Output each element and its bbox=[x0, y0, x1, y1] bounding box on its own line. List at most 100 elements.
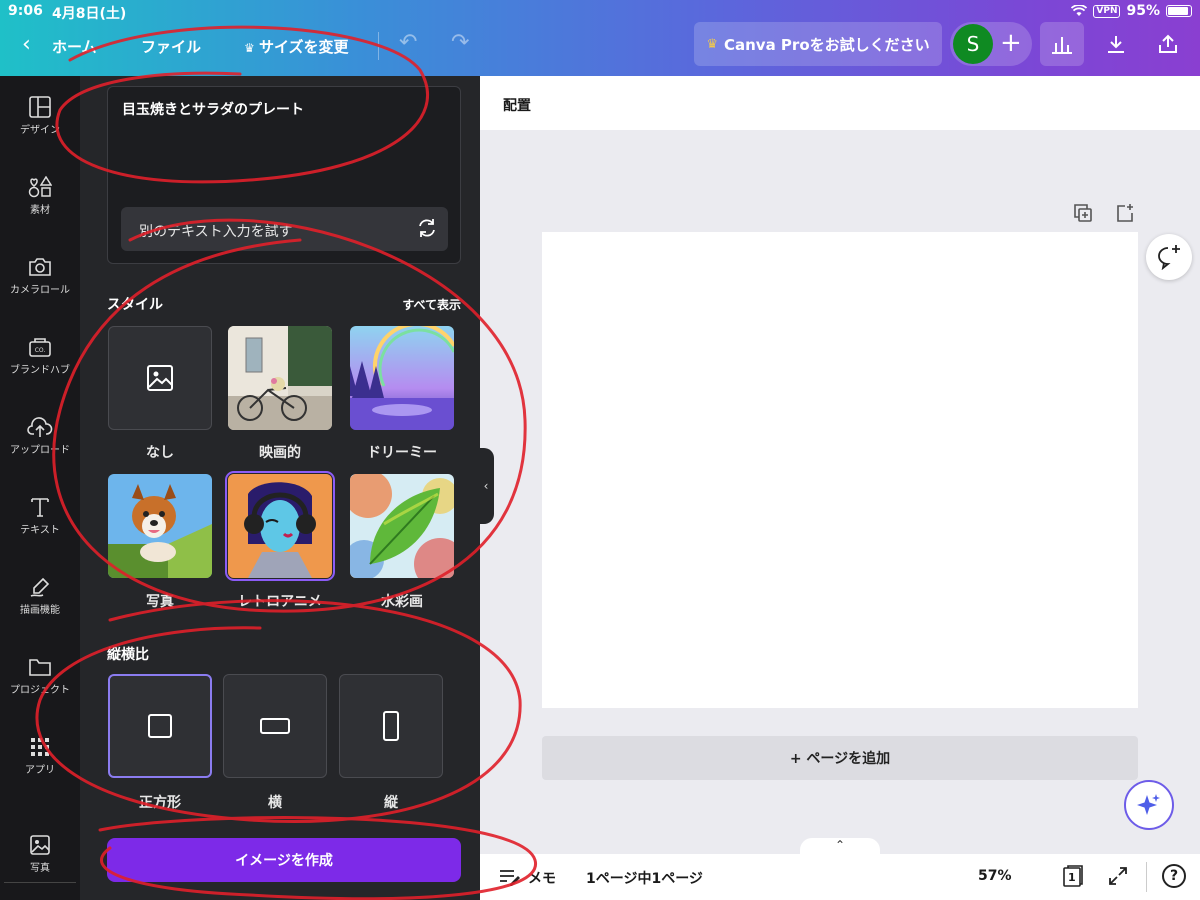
download-icon bbox=[1108, 36, 1124, 53]
redo-icon[interactable]: ↷ bbox=[451, 30, 469, 55]
rail-photos[interactable]: 写真 bbox=[0, 834, 80, 874]
status-date: 4月8日(土) bbox=[52, 6, 127, 22]
try-other-text-button[interactable]: 別のテキスト入力を試す bbox=[121, 207, 448, 251]
style-cinematic-thumbnail bbox=[228, 326, 332, 430]
style-none-label: なし bbox=[146, 445, 174, 461]
home-button[interactable]: ホーム bbox=[52, 36, 97, 57]
style-photo-card[interactable] bbox=[108, 474, 212, 578]
crown-icon: ♛ bbox=[706, 36, 718, 52]
download-button[interactable] bbox=[1094, 22, 1138, 66]
style-cinematic-card[interactable] bbox=[228, 326, 332, 430]
rail-projects-label: プロジェクト bbox=[10, 685, 70, 696]
fullscreen-icon[interactable] bbox=[1108, 866, 1128, 886]
ratio-landscape-button[interactable] bbox=[223, 674, 327, 778]
prompt-input[interactable]: 目玉焼きとサラダのプレート 別のテキスト入力を試す bbox=[107, 86, 461, 264]
see-all-styles-link[interactable]: すべて表示 bbox=[402, 296, 461, 313]
file-menu-button[interactable]: ファイル bbox=[141, 36, 201, 57]
folder-icon bbox=[29, 659, 51, 676]
design-page[interactable] bbox=[542, 232, 1138, 708]
status-bar: 9:06 4月8日(土) VPN 95% bbox=[0, 0, 1200, 22]
ratio-portrait-button[interactable] bbox=[339, 674, 443, 778]
text-to-image-panel: 目玉焼きとサラダのプレート 別のテキスト入力を試す スタイル すべて表示 なし … bbox=[80, 76, 480, 900]
bottom-divider bbox=[1146, 862, 1147, 892]
bottom-bar: メモ 1ページ中1ページ 57% 1 ? bbox=[480, 854, 1200, 900]
add-page-button[interactable]: + ページを追加 bbox=[542, 736, 1138, 780]
rail-apps[interactable]: アプリ bbox=[0, 736, 80, 776]
style-dreamy-card[interactable] bbox=[350, 326, 454, 430]
resize-button[interactable]: ♛ サイズを変更 bbox=[244, 36, 349, 57]
rail-apps-label: アプリ bbox=[25, 765, 55, 776]
magic-assistant-button[interactable] bbox=[1124, 780, 1174, 830]
avatar[interactable]: S bbox=[953, 24, 993, 64]
elements-shapes-icon bbox=[28, 176, 52, 198]
image-placeholder-icon bbox=[147, 365, 173, 391]
page-count-button[interactable]: 1 bbox=[1062, 864, 1084, 888]
try-other-text-label: 別のテキスト入力を試す bbox=[139, 224, 293, 240]
style-cinematic-label: 映画的 bbox=[259, 445, 301, 461]
rail-camera-roll-label: カメラロール bbox=[10, 285, 70, 296]
try-canva-pro-label: Canva Proをお試しください bbox=[724, 35, 930, 54]
chevron-up-icon: ⌃ bbox=[834, 838, 846, 852]
chevron-left-icon: ‹ bbox=[483, 479, 489, 493]
comment-plus-icon bbox=[1158, 245, 1180, 270]
insights-button[interactable] bbox=[1040, 22, 1084, 66]
rail-elements[interactable]: 素材 bbox=[0, 176, 80, 216]
duplicate-page-icon[interactable] bbox=[1073, 203, 1093, 223]
rail-upload[interactable]: アップロード bbox=[0, 416, 80, 456]
create-image-button[interactable]: イメージを作成 bbox=[107, 838, 461, 882]
add-page-label: + ページを追加 bbox=[789, 751, 891, 767]
style-retro-anime-card[interactable] bbox=[225, 471, 335, 581]
ratio-square-button[interactable] bbox=[108, 674, 212, 778]
rail-design[interactable]: デザイン bbox=[0, 96, 80, 136]
style-watercolor-label: 水彩画 bbox=[381, 594, 423, 610]
style-none-card[interactable] bbox=[108, 326, 212, 430]
style-photo-thumbnail bbox=[108, 474, 212, 578]
style-dreamy-thumbnail bbox=[350, 326, 454, 430]
status-time: 9:06 bbox=[8, 3, 43, 19]
add-comment-button[interactable] bbox=[1146, 234, 1192, 280]
help-button[interactable]: ? bbox=[1162, 864, 1186, 888]
back-chevron-icon[interactable]: ‹ bbox=[22, 32, 31, 57]
status-indicators: VPN 95% bbox=[1071, 3, 1192, 19]
top-toolbar: 9:06 4月8日(土) VPN 95% ‹ ホーム ファイル ♛ サイズを変更… bbox=[0, 0, 1200, 76]
share-button[interactable] bbox=[1146, 22, 1190, 66]
bar-chart-icon bbox=[1052, 37, 1072, 54]
rail-text[interactable]: テキスト bbox=[0, 496, 80, 536]
portrait-ratio-icon bbox=[383, 711, 399, 741]
notes-icon[interactable] bbox=[498, 868, 520, 886]
rail-projects[interactable]: プロジェクト bbox=[0, 656, 80, 696]
zoom-level[interactable]: 57% bbox=[978, 868, 1012, 884]
create-image-label: イメージを作成 bbox=[235, 853, 333, 869]
share-icon bbox=[1159, 34, 1177, 53]
battery-percent: 95% bbox=[1126, 3, 1160, 19]
notes-button[interactable]: メモ bbox=[528, 868, 556, 888]
brand-hub-icon: CO. bbox=[29, 338, 51, 357]
style-retro-anime-label: レトロアニメ bbox=[238, 594, 322, 610]
add-collaborator-icon[interactable]: + bbox=[1000, 28, 1022, 58]
canvas-area: 配置 + ページを追加 ⌃ メモ 1ページ中1ページ 57% 1 ? bbox=[480, 76, 1200, 900]
try-canva-pro-button[interactable]: ♛ Canva Proをお試しください bbox=[694, 22, 942, 66]
style-watercolor-thumbnail bbox=[350, 474, 454, 578]
prompt-text[interactable]: 目玉焼きとサラダのプレート bbox=[122, 99, 304, 119]
page-count: 1 bbox=[1068, 871, 1076, 884]
resize-crown-icon: ♛ bbox=[244, 41, 259, 55]
page-tools bbox=[1073, 203, 1135, 223]
text-icon bbox=[31, 498, 49, 517]
design-layout-icon bbox=[29, 96, 51, 118]
rail-draw-label: 描画機能 bbox=[20, 605, 60, 616]
style-photo-label: 写真 bbox=[146, 594, 174, 610]
context-toolbar: 配置 bbox=[480, 76, 1200, 130]
collapse-panel-handle[interactable]: ‹ bbox=[478, 448, 494, 524]
refresh-icon bbox=[419, 219, 435, 237]
style-watercolor-card[interactable] bbox=[350, 474, 454, 578]
apps-grid-icon bbox=[31, 738, 49, 756]
arrange-button[interactable]: 配置 bbox=[503, 95, 531, 115]
add-page-icon[interactable] bbox=[1115, 203, 1135, 223]
rail-brand-hub[interactable]: CO. ブランドハブ bbox=[0, 336, 80, 376]
vpn-badge: VPN bbox=[1093, 4, 1121, 18]
rail-draw[interactable]: 描画機能 bbox=[0, 576, 80, 616]
landscape-ratio-icon bbox=[260, 718, 290, 734]
undo-icon[interactable]: ↶ bbox=[399, 30, 417, 55]
rail-camera-roll[interactable]: カメラロール bbox=[0, 256, 80, 296]
photo-icon bbox=[30, 835, 50, 855]
